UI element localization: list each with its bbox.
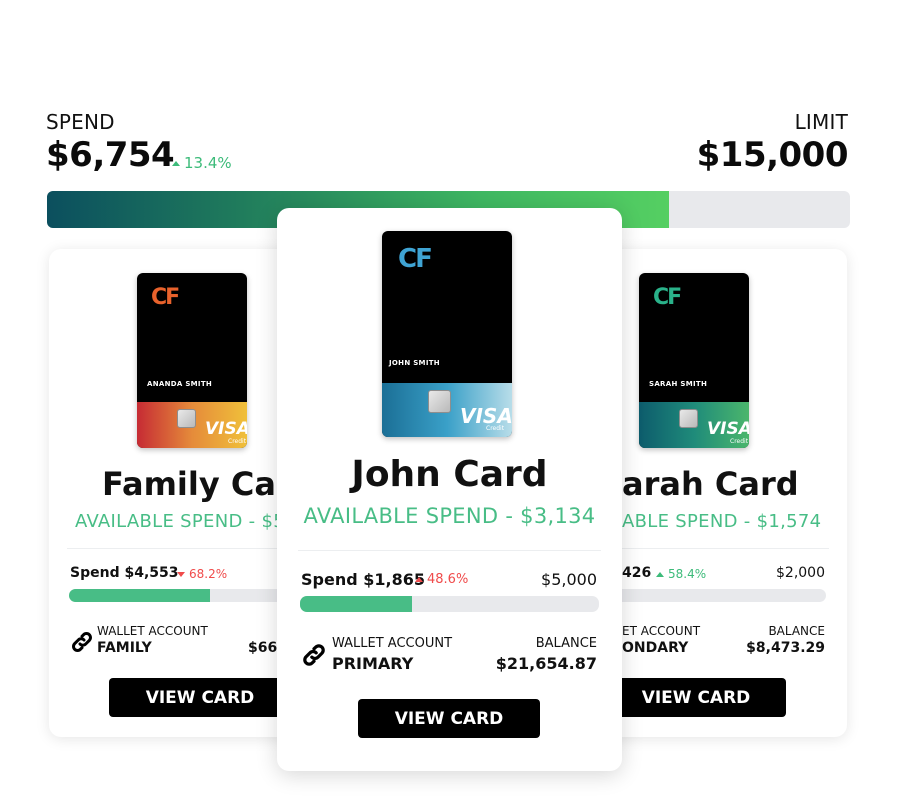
credit-label: Credit	[730, 438, 749, 445]
link-icon	[70, 630, 94, 654]
triangle-up-icon	[656, 571, 664, 577]
sarah-view-card-button[interactable]: VIEW CARD	[606, 678, 786, 717]
cf-logo-icon: CF	[398, 244, 433, 274]
credit-label: Credit	[486, 425, 505, 432]
family-wallet-label: WALLET ACCOUNT	[97, 624, 208, 638]
triangle-up-icon	[415, 577, 423, 582]
john-card-panel: CF JOHN SMITH VISA Credit John Card AVAI…	[277, 208, 622, 771]
cf-logo-icon: CF	[151, 285, 180, 310]
john-available-spend: AVAILABLE SPEND - $3,134	[303, 504, 596, 528]
credit-label: Credit	[228, 438, 247, 445]
john-spend-delta: 48.6%	[415, 572, 468, 587]
sarah-spend: 426	[622, 565, 652, 581]
spend-delta-value: 13.4%	[184, 154, 232, 172]
sarah-card-holder: SARAH SMITH	[649, 380, 708, 388]
john-card-holder: JOHN SMITH	[389, 359, 440, 367]
john-balance: $21,654.87	[495, 654, 597, 673]
family-card-image[interactable]: CF ANANDA SMITH VISA Credit	[137, 273, 247, 448]
john-view-card-button[interactable]: VIEW CARD	[358, 699, 540, 738]
john-wallet-label: WALLET ACCOUNT	[332, 636, 453, 651]
sarah-wallet-type: ONDARY	[622, 640, 689, 656]
family-wallet-type: FAMILY	[97, 640, 152, 656]
visa-logo-icon: VISA	[707, 419, 749, 439]
family-delta-value: 68.2%	[189, 567, 228, 581]
sarah-card-image[interactable]: CF SARAH SMITH VISA Credit	[639, 273, 749, 448]
john-progress-bar	[300, 596, 599, 612]
sarah-delta-value: 58.4%	[668, 567, 707, 581]
john-card-title: John Card	[351, 454, 548, 495]
family-progress-fill	[69, 589, 210, 602]
sarah-limit: $2,000	[776, 565, 825, 581]
limit-label: LIMIT	[794, 110, 848, 134]
john-progress-fill	[300, 596, 412, 612]
triangle-up-icon	[172, 160, 180, 166]
john-delta-value: 48.6%	[427, 572, 469, 587]
spend-delta: 13.4%	[172, 154, 232, 172]
chip-icon	[428, 390, 451, 413]
family-spend: Spend $4,553	[70, 565, 179, 581]
sarah-spend-delta: 58.4%	[656, 567, 706, 581]
john-spend: Spend $1,865	[301, 570, 425, 589]
john-balance-label: BALANCE	[535, 636, 597, 651]
john-wallet-type: PRIMARY	[332, 654, 414, 673]
limit-amount: $15,000	[696, 135, 849, 175]
sarah-wallet-label: ET ACCOUNT	[622, 624, 701, 638]
triangle-down-icon	[177, 571, 185, 577]
spend-label: SPEND	[46, 110, 115, 134]
family-card-holder: ANANDA SMITH	[147, 380, 213, 388]
spend-amount: $6,754	[46, 135, 175, 175]
chip-icon	[679, 409, 698, 428]
cf-logo-icon: CF	[653, 285, 682, 310]
john-limit: $5,000	[541, 570, 597, 589]
link-icon	[301, 642, 327, 668]
visa-logo-icon: VISA	[205, 419, 247, 439]
chip-icon	[177, 409, 196, 428]
family-spend-delta: 68.2%	[177, 567, 227, 581]
john-card-image[interactable]: CF JOHN SMITH VISA Credit	[382, 231, 512, 437]
family-available-spend: AVAILABLE SPEND - $5	[75, 511, 285, 532]
sarah-card-title: arah Card	[622, 465, 799, 503]
sarah-balance-label: BALANCE	[768, 624, 825, 638]
family-view-card-button[interactable]: VIEW CARD	[109, 678, 291, 717]
sarah-available-spend: ABLE SPEND - $1,574	[622, 511, 822, 532]
sarah-balance: $8,473.29	[746, 640, 825, 656]
divider	[298, 550, 601, 551]
